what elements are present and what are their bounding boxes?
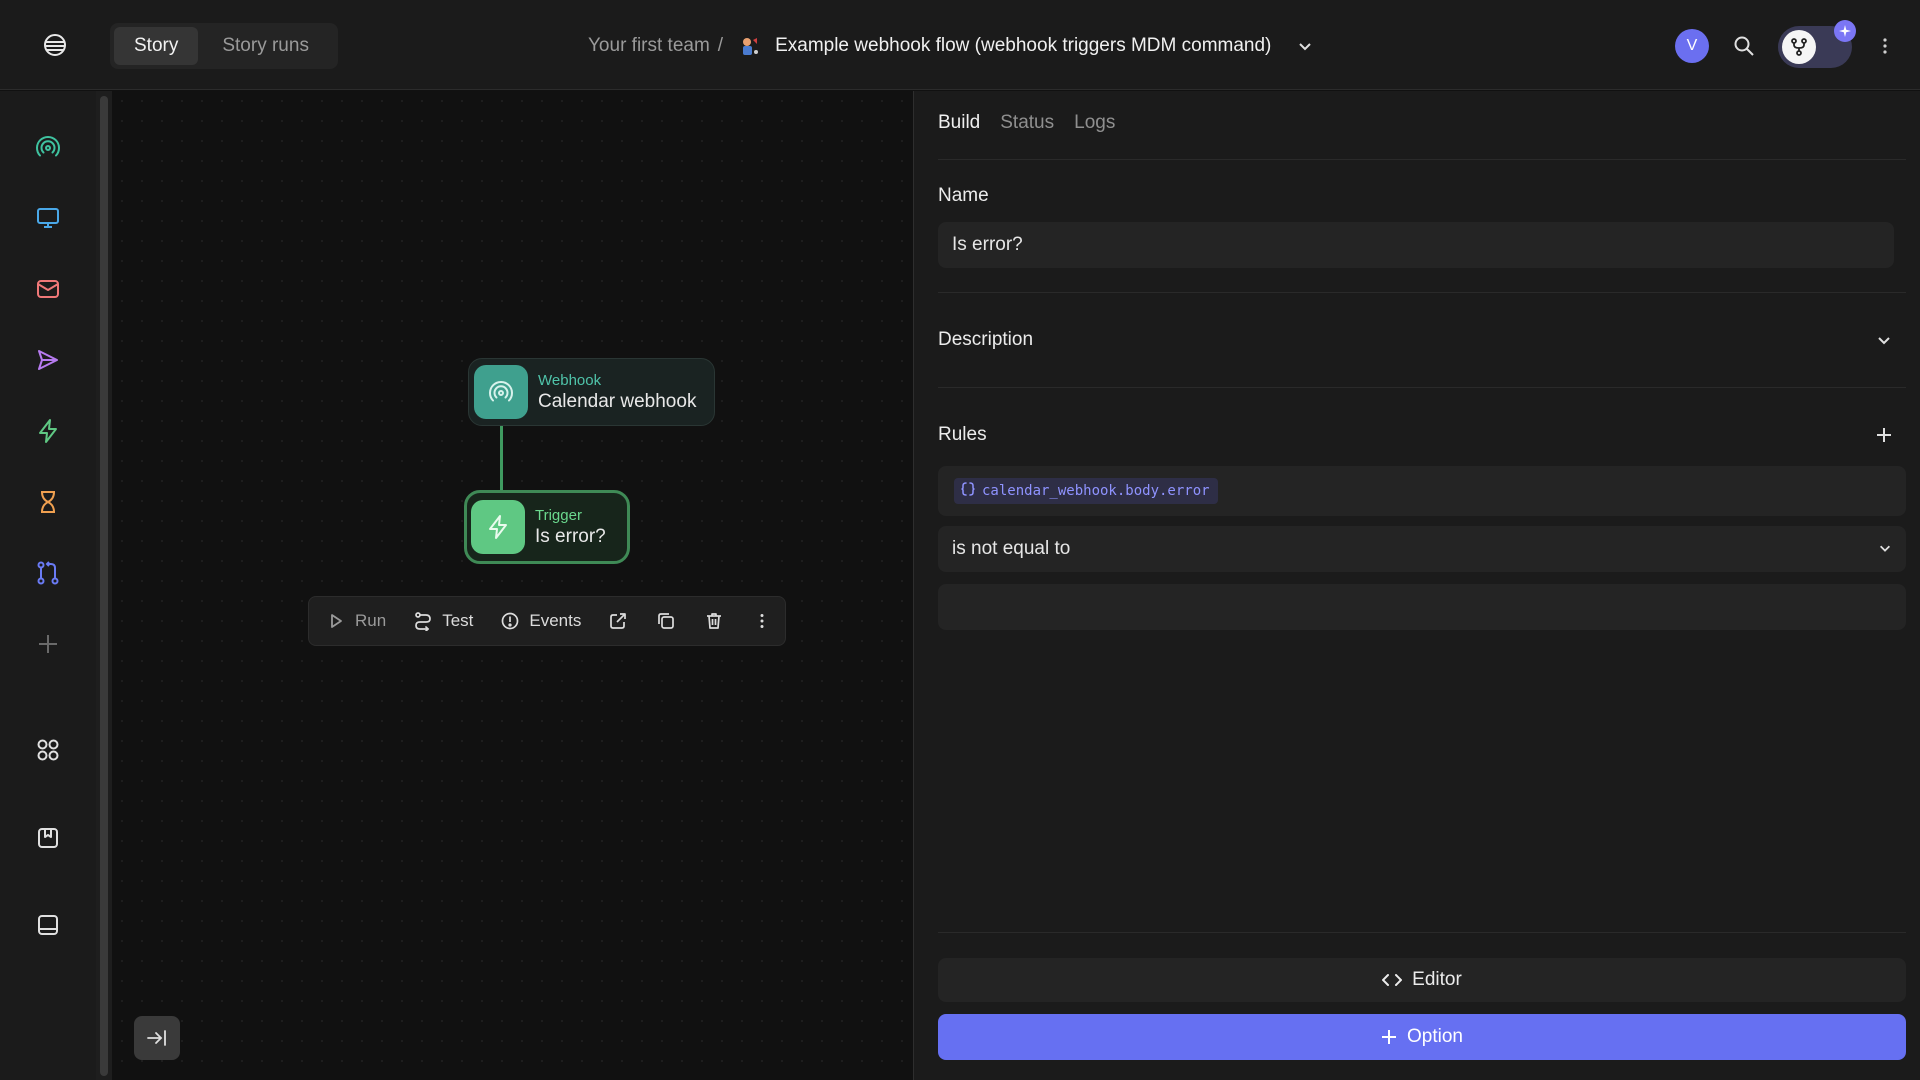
node-name-label: Is error? — [535, 525, 606, 547]
more-options-button[interactable] — [751, 610, 773, 632]
events-button[interactable]: Events — [499, 610, 581, 632]
divider — [938, 159, 1906, 160]
play-icon — [325, 610, 347, 632]
rules-label: Rules — [938, 424, 987, 445]
rail-scrollbar[interactable] — [100, 96, 108, 1076]
rule-value-input[interactable] — [938, 584, 1906, 630]
http-request-icon[interactable] — [28, 198, 68, 238]
editor-label: Editor — [1412, 969, 1462, 990]
test-button[interactable]: Test — [412, 610, 473, 632]
events-label: Events — [529, 611, 582, 630]
templates-icon[interactable] — [28, 730, 68, 770]
rule-operator-value: is not equal to — [952, 538, 1071, 559]
trigger-icon[interactable] — [28, 411, 68, 451]
app-logo-icon[interactable] — [38, 28, 72, 62]
node-action-bar: Run Test Events — [308, 596, 786, 646]
tab-build[interactable]: Build — [938, 112, 980, 134]
run-label: Run — [355, 611, 387, 630]
tab-story-runs[interactable]: Story runs — [202, 27, 329, 65]
notes-icon[interactable] — [28, 818, 68, 858]
test-icon — [412, 610, 434, 632]
trigger-node[interactable]: Trigger Is error? — [464, 490, 630, 564]
divider — [938, 292, 1906, 293]
option-label: Option — [1407, 1026, 1463, 1047]
node-kind-label: Webhook — [538, 371, 602, 389]
node-name-label: Calendar webhook — [538, 390, 697, 412]
story-emoji-icon — [737, 34, 761, 58]
rule-path-text: calendar_webhook.body.error — [982, 483, 1210, 499]
webhook-icon[interactable] — [28, 127, 68, 167]
duplicate-button[interactable] — [655, 610, 677, 632]
events-icon — [499, 610, 521, 632]
export-icon — [607, 610, 629, 632]
trash-icon — [703, 610, 725, 632]
add-icon[interactable] — [28, 624, 68, 664]
chevron-down-icon — [1878, 541, 1892, 555]
copy-icon — [655, 610, 677, 632]
trigger-icon — [471, 500, 525, 554]
tab-status[interactable]: Status — [1000, 112, 1054, 134]
top-header: Story Story runs Your first team / Examp… — [0, 0, 1920, 90]
divider — [938, 932, 1906, 933]
search-icon[interactable] — [1728, 30, 1760, 62]
name-input[interactable]: Is error? — [938, 222, 1894, 268]
delay-icon[interactable] — [28, 482, 68, 522]
panel-tabs: Build Status Logs — [938, 112, 1115, 134]
braces-icon — [960, 481, 976, 501]
run-button[interactable]: Run — [325, 610, 386, 632]
more-vertical-icon[interactable] — [1870, 30, 1900, 62]
breadcrumb: Your first team / Example webhook flow (… — [588, 30, 1313, 62]
avatar[interactable]: V — [1675, 29, 1709, 63]
tab-story[interactable]: Story — [114, 27, 199, 65]
tab-logs[interactable]: Logs — [1074, 112, 1115, 134]
email-icon[interactable] — [28, 269, 68, 309]
breadcrumb-separator: / — [717, 35, 724, 56]
webhook-icon — [474, 365, 528, 419]
story-tab-group: Story Story runs — [110, 23, 338, 69]
name-label: Name — [938, 185, 989, 206]
story-canvas[interactable] — [112, 91, 913, 1080]
chevron-down-icon[interactable] — [1297, 38, 1313, 54]
rule-operator-select[interactable]: is not equal to — [938, 526, 1906, 572]
collapse-sidebar-button[interactable] — [134, 1016, 180, 1060]
editor-button[interactable]: Editor — [938, 958, 1906, 1002]
formula-pill[interactable]: calendar_webhook.body.error — [954, 478, 1218, 504]
divider — [938, 387, 1906, 388]
test-label: Test — [442, 611, 474, 630]
export-button[interactable] — [607, 610, 629, 632]
node-kind-label: Trigger — [535, 506, 582, 524]
description-label: Description — [938, 329, 1034, 350]
code-icon — [1382, 973, 1403, 987]
add-option-button[interactable]: Option — [938, 1014, 1906, 1060]
webhook-node[interactable]: Webhook Calendar webhook — [468, 358, 715, 426]
node-connector — [500, 425, 503, 493]
plus-icon — [1381, 1029, 1397, 1045]
breadcrumb-team[interactable]: Your first team — [588, 35, 710, 57]
delete-button[interactable] — [703, 610, 725, 632]
branch-icon — [1782, 30, 1816, 64]
add-rule-icon[interactable] — [1872, 423, 1896, 447]
action-rail — [0, 91, 96, 1080]
story-title[interactable]: Example webhook flow (webhook triggers M… — [775, 35, 1271, 57]
send-email-icon[interactable] — [28, 340, 68, 380]
chevron-down-icon[interactable] — [1872, 328, 1896, 352]
group-icon[interactable] — [28, 553, 68, 593]
more-vertical-icon — [751, 610, 773, 632]
page-icon[interactable] — [28, 905, 68, 945]
rule-path-field[interactable]: calendar_webhook.body.error — [938, 466, 1906, 516]
sparkle-icon — [1834, 20, 1856, 42]
